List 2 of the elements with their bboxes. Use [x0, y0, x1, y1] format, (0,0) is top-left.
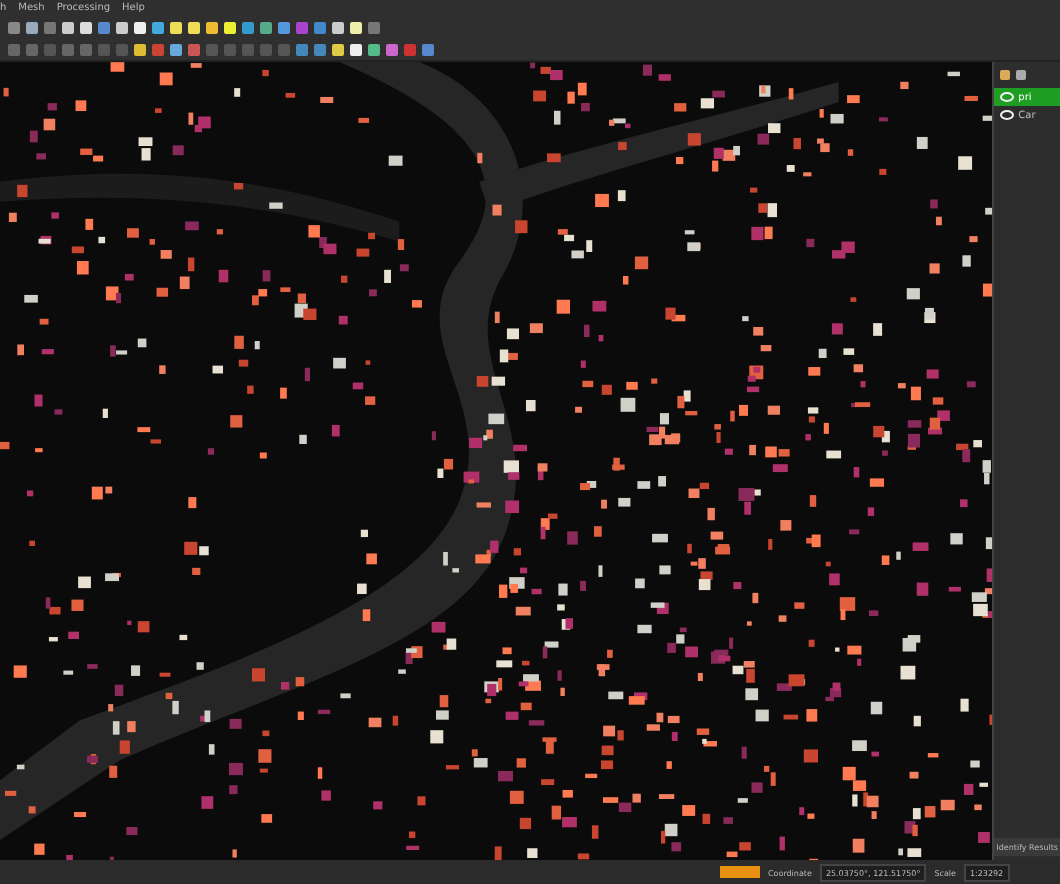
eye-icon[interactable] — [1000, 110, 1015, 120]
progress-indicator — [720, 866, 760, 878]
